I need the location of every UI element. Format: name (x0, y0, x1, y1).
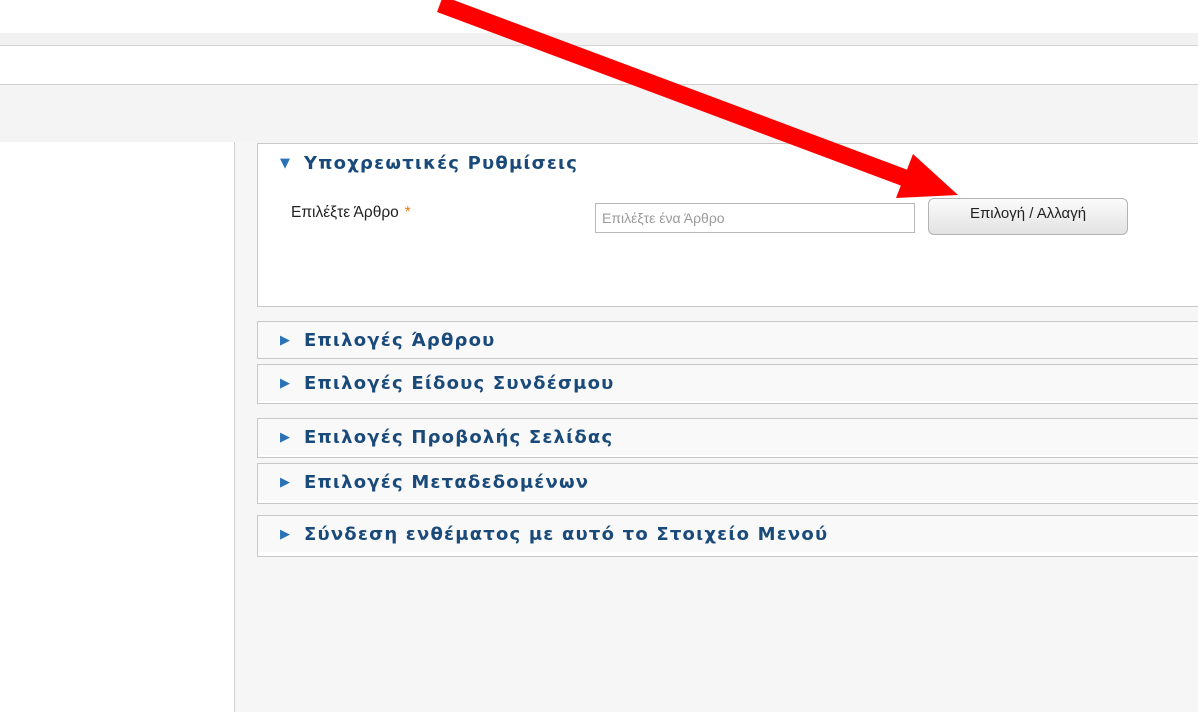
select-article-label-text: Επιλέξτε Άρθρο (291, 204, 399, 221)
top-toolbar-strip (0, 33, 1198, 46)
panel-required-settings: ▼ Υποχρεωτικές Ρυθμίσεις Επιλέξτε Άρθρο *… (257, 143, 1198, 307)
panel-title: Υποχρεωτικές Ρυθμίσεις (304, 152, 579, 174)
triangle-right-icon: ▶ (280, 429, 292, 445)
panel-link-type-options: ▶ Επιλογές Είδους Συνδέσμου (257, 364, 1198, 404)
panel-module-assignment: ▶ Σύνδεση ενθέματος με αυτό το Στοιχείο … (257, 515, 1198, 557)
triangle-right-icon: ▶ (280, 375, 292, 391)
panel-header-article-options[interactable]: ▶ Επιλογές Άρθρου (258, 322, 1198, 358)
panel-article-options: ▶ Επιλογές Άρθρου (257, 321, 1198, 359)
header-band (0, 84, 1198, 143)
panel-page-display-options: ▶ Επιλογές Προβολής Σελίδας (257, 418, 1198, 458)
panel-header-required-settings[interactable]: ▼ Υποχρεωτικές Ρυθμίσεις (258, 144, 1198, 182)
panel-title: Επιλογές Άρθρου (304, 329, 496, 351)
panel-header-page-display-options[interactable]: ▶ Επιλογές Προβολής Σελίδας (258, 419, 1198, 455)
panel-metadata-options: ▶ Επιλογές Μεταδεδομένων (257, 463, 1198, 504)
triangle-down-icon: ▼ (280, 155, 292, 171)
panel-body-required-settings: Επιλέξτε Άρθρο * Επιλογή / Αλλαγή (258, 182, 1198, 286)
select-article-label: Επιλέξτε Άρθρο * (291, 204, 411, 222)
panel-title: Επιλογές Μεταδεδομένων (304, 471, 590, 493)
required-star: * (404, 204, 411, 221)
triangle-right-icon: ▶ (280, 332, 292, 348)
triangle-right-icon: ▶ (280, 474, 292, 490)
left-column (0, 142, 235, 712)
select-change-button[interactable]: Επιλογή / Αλλαγή (928, 198, 1128, 235)
panel-header-module-assignment[interactable]: ▶ Σύνδεση ενθέματος με αυτό το Στοιχείο … (258, 516, 1198, 552)
panel-title: Επιλογές Προβολής Σελίδας (304, 426, 614, 448)
triangle-right-icon: ▶ (280, 526, 292, 542)
panel-header-metadata-options[interactable]: ▶ Επιλογές Μεταδεδομένων (258, 464, 1198, 500)
panel-header-link-type-options[interactable]: ▶ Επιλογές Είδους Συνδέσμου (258, 365, 1198, 401)
panel-title: Σύνδεση ενθέματος με αυτό το Στοιχείο Με… (304, 523, 829, 545)
article-input[interactable] (595, 203, 915, 233)
panel-title: Επιλογές Είδους Συνδέσμου (304, 372, 615, 394)
